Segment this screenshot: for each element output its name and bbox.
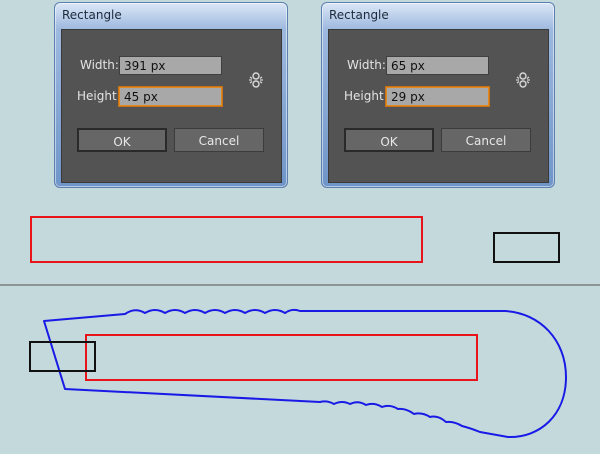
red-rectangle-inner[interactable] (85, 334, 478, 381)
black-rectangle-65x29[interactable] (493, 232, 560, 263)
section-divider (0, 284, 600, 286)
blue-outline-shape[interactable] (43, 308, 567, 439)
red-rectangle-391x45[interactable] (30, 216, 423, 263)
artboard-canvas (29, 216, 567, 439)
